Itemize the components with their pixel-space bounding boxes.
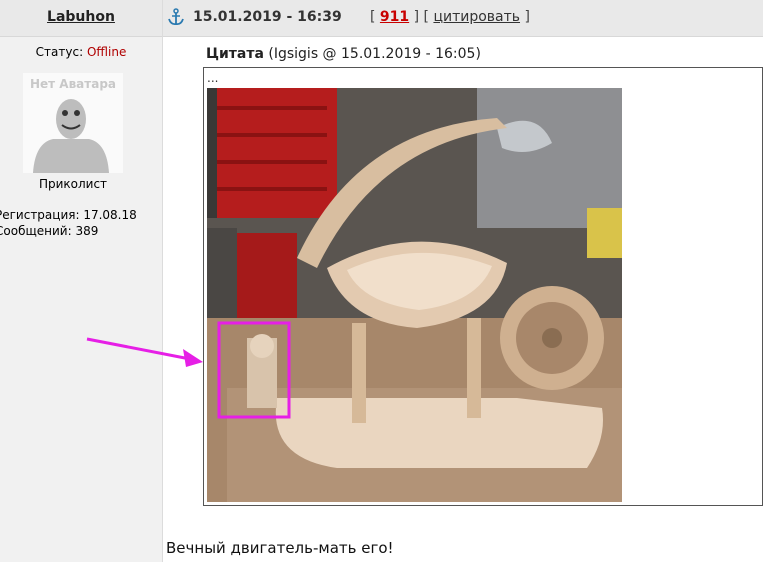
- bracket-close: ]: [524, 9, 530, 25]
- avatar: Нет Аватара: [23, 73, 123, 173]
- username-bar: Labuhon: [0, 0, 162, 37]
- username-link[interactable]: Labuhon: [47, 9, 115, 25]
- anchor-icon[interactable]: [167, 8, 185, 26]
- user-sidebar: Labuhon Статус: Offline Нет Аватара Прик…: [0, 0, 163, 562]
- avatar-placeholder-text: Нет Аватара: [29, 77, 117, 91]
- post-text: Вечный двигатель-мать его!: [166, 539, 394, 557]
- post-header: 15.01.2019 - 16:39 [ 911 ] [ цитировать …: [163, 0, 763, 37]
- quote-label: Цитата: [206, 46, 264, 62]
- bracket-mid: ] [: [413, 9, 429, 25]
- quote-ellipsis: ...: [207, 71, 219, 85]
- user-rank: Приколист: [38, 177, 108, 191]
- quote-meta: (Igsigis @ 15.01.2019 - 16:05): [268, 46, 481, 62]
- quote-link[interactable]: цитировать: [433, 9, 520, 25]
- user-status: Статус: Offline: [0, 45, 162, 59]
- status-value: Offline: [86, 45, 127, 59]
- quote-title: Цитата (Igsigis @ 15.01.2019 - 16:05): [206, 46, 481, 62]
- quote-box: ...: [203, 67, 763, 506]
- post-actions: [ 911 ] [ цитировать ]: [370, 9, 530, 25]
- post-count: Сообщений: 389: [0, 224, 99, 238]
- registration-date: Регистрация: 17.08.18: [0, 208, 137, 222]
- user-info: Регистрация: 17.08.18 Сообщений: 389: [0, 207, 137, 239]
- pointer-arrow: [86, 337, 203, 367]
- post-datetime: 15.01.2019 - 16:39: [193, 9, 342, 25]
- post-number-link[interactable]: 911: [380, 9, 409, 25]
- quoted-image[interactable]: [207, 88, 622, 502]
- bracket-open: [: [370, 9, 376, 25]
- status-label: Статус:: [35, 45, 87, 59]
